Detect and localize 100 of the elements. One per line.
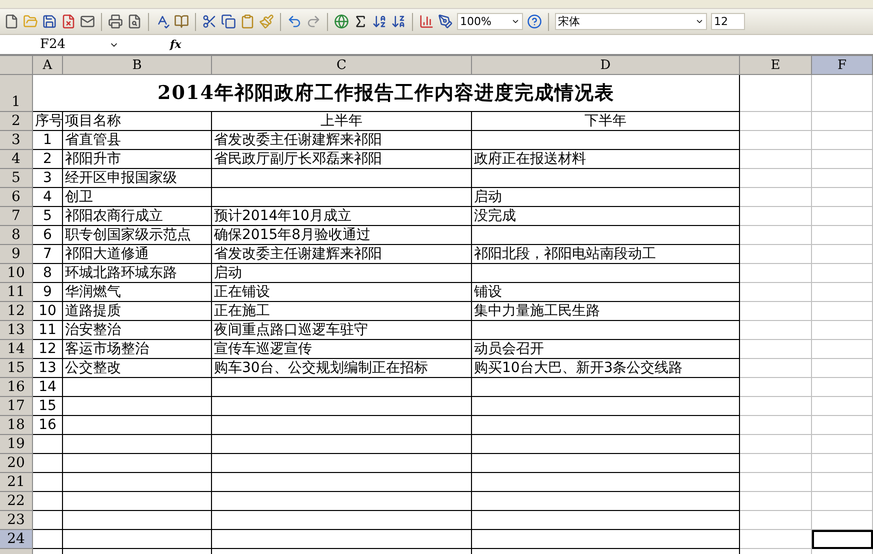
name-box[interactable]: F24 bbox=[0, 35, 125, 54]
row-header[interactable]: 19 bbox=[0, 435, 33, 454]
sort-descending-icon[interactable] bbox=[391, 14, 406, 29]
column-header[interactable]: F bbox=[812, 56, 873, 75]
row-header[interactable]: 2 bbox=[0, 112, 33, 131]
research-icon[interactable] bbox=[174, 14, 189, 29]
table-cell bbox=[812, 511, 873, 530]
table-cell: 省发改委主任谢建辉来祁阳 bbox=[212, 131, 472, 150]
table-cell: 9 bbox=[33, 283, 63, 302]
font-size-dropdown[interactable]: 12 bbox=[711, 13, 745, 30]
row-header[interactable]: 14 bbox=[0, 340, 33, 359]
table-cell: 治安整治 bbox=[63, 321, 212, 340]
undo-icon[interactable] bbox=[287, 14, 302, 29]
drawing-icon[interactable] bbox=[438, 14, 453, 29]
hyperlink-icon[interactable] bbox=[334, 14, 349, 29]
print-preview-icon[interactable] bbox=[127, 14, 142, 29]
column-header[interactable]: B bbox=[63, 56, 212, 75]
table-cell bbox=[812, 473, 873, 492]
table-cell: 13 bbox=[33, 359, 63, 378]
table-cell bbox=[740, 131, 812, 150]
column-header[interactable]: C bbox=[212, 56, 472, 75]
table-cell: 宣传车巡逻宣传 bbox=[212, 340, 472, 359]
table-cell: 政府正在报送材料 bbox=[472, 150, 740, 169]
active-cell[interactable] bbox=[812, 530, 873, 549]
row-header[interactable]: 1 bbox=[0, 75, 33, 112]
table-cell bbox=[812, 112, 873, 131]
column-header[interactable]: E bbox=[740, 56, 812, 75]
table-cell bbox=[812, 378, 873, 397]
mail-icon[interactable] bbox=[80, 14, 95, 29]
table-cell: 6 bbox=[33, 226, 63, 245]
row-header[interactable]: 23 bbox=[0, 511, 33, 530]
table-cell bbox=[812, 169, 873, 188]
row-header[interactable]: 3 bbox=[0, 131, 33, 150]
table-cell bbox=[740, 530, 812, 549]
row-header[interactable]: 4 bbox=[0, 150, 33, 169]
row-header[interactable]: 10 bbox=[0, 264, 33, 283]
row-header[interactable]: 6 bbox=[0, 188, 33, 207]
printer-icon[interactable] bbox=[108, 14, 123, 29]
row-header[interactable]: 17 bbox=[0, 397, 33, 416]
column-header[interactable]: D bbox=[472, 56, 740, 75]
table-cell: 2 bbox=[33, 150, 63, 169]
table-cell: 职专创国家级示范点 bbox=[63, 226, 212, 245]
table-cell: 预计2014年10月成立 bbox=[212, 207, 472, 226]
table-cell: 14 bbox=[33, 378, 63, 397]
table-cell: 购买10台大巴、新开3条公交线路 bbox=[472, 359, 740, 378]
row-header[interactable]: 9 bbox=[0, 245, 33, 264]
column-header[interactable]: A bbox=[33, 56, 63, 75]
row-header[interactable]: 22 bbox=[0, 492, 33, 511]
row-header[interactable]: 15 bbox=[0, 359, 33, 378]
new-file-icon[interactable] bbox=[4, 14, 19, 29]
row-header[interactable]: 18 bbox=[0, 416, 33, 435]
save-icon[interactable] bbox=[42, 14, 57, 29]
help-icon[interactable] bbox=[527, 14, 542, 29]
table-cell bbox=[740, 264, 812, 283]
table-cell: 启动 bbox=[212, 264, 472, 283]
row-header[interactable]: 24 bbox=[0, 530, 33, 549]
sort-ascending-icon[interactable] bbox=[372, 14, 387, 29]
row-header[interactable]: 13 bbox=[0, 321, 33, 340]
zoom-dropdown[interactable]: 100% bbox=[457, 13, 523, 30]
table-cell: 省发改委主任谢建辉来祁阳 bbox=[212, 245, 472, 264]
row-header[interactable]: 12 bbox=[0, 302, 33, 321]
font-dropdown[interactable]: 宋体 bbox=[555, 13, 707, 30]
table-cell bbox=[812, 131, 873, 150]
chart-icon[interactable] bbox=[419, 14, 434, 29]
table-cell: 公交整改 bbox=[63, 359, 212, 378]
row-header[interactable]: 5 bbox=[0, 169, 33, 188]
row-header[interactable]: 8 bbox=[0, 226, 33, 245]
table-cell: 经开区申报国家级 bbox=[63, 169, 212, 188]
table-cell: 华润燃气 bbox=[63, 283, 212, 302]
table-cell bbox=[812, 150, 873, 169]
spell-check-icon[interactable] bbox=[155, 14, 170, 29]
paste-icon[interactable] bbox=[240, 14, 255, 29]
copy-icon[interactable] bbox=[221, 14, 236, 29]
autosum-icon[interactable] bbox=[353, 14, 368, 29]
table-cell: 客运市场整治 bbox=[63, 340, 212, 359]
row-header[interactable]: 20 bbox=[0, 454, 33, 473]
table-cell: 没完成 bbox=[472, 207, 740, 226]
table-cell: 祁阳大道修通 bbox=[63, 245, 212, 264]
table-cell bbox=[33, 454, 63, 473]
table-cell bbox=[812, 340, 873, 359]
table-cell bbox=[812, 435, 873, 454]
table-cell bbox=[33, 473, 63, 492]
table-cell: 购车30台、公交规划编制正在招标 bbox=[212, 359, 472, 378]
insert-function-button[interactable]: fx bbox=[170, 38, 182, 51]
table-cell bbox=[740, 454, 812, 473]
permission-icon[interactable] bbox=[61, 14, 76, 29]
row-header[interactable]: 21 bbox=[0, 473, 33, 492]
cut-icon[interactable] bbox=[202, 14, 217, 29]
table-cell bbox=[812, 397, 873, 416]
table-cell bbox=[740, 359, 812, 378]
row-header[interactable]: 11 bbox=[0, 283, 33, 302]
row-header[interactable]: 7 bbox=[0, 207, 33, 226]
table-cell: 8 bbox=[33, 264, 63, 283]
table-cell: 省民政厅副厅长邓磊来祁阳 bbox=[212, 150, 472, 169]
table-cell bbox=[740, 188, 812, 207]
table-cell bbox=[740, 435, 812, 454]
table-cell bbox=[740, 245, 812, 264]
table-cell: 4 bbox=[33, 188, 63, 207]
row-header[interactable]: 16 bbox=[0, 378, 33, 397]
table-cell bbox=[33, 530, 63, 549]
